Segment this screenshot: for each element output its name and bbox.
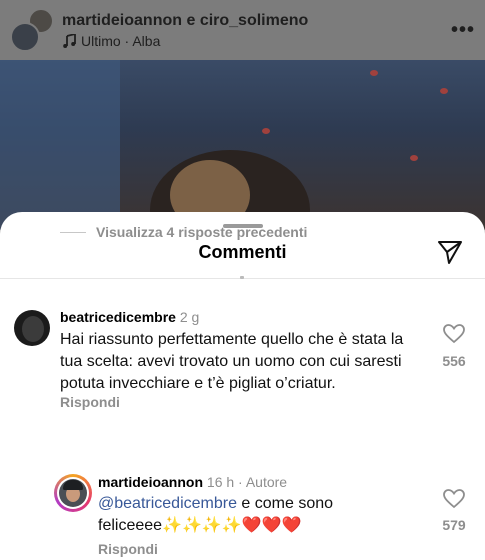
- post-music[interactable]: Ultimo · Alba: [62, 33, 451, 49]
- reply-username[interactable]: martideioannon: [98, 474, 203, 490]
- reply-line: feliceeee✨✨✨✨❤️❤️❤️: [98, 517, 302, 534]
- view-replies-label: Visualizza 4 risposte precedenti: [96, 224, 308, 240]
- like-count: 556: [442, 353, 466, 369]
- image-shape: [440, 88, 448, 94]
- avatar: [10, 22, 40, 52]
- like-count: 579: [442, 517, 466, 533]
- image-shape: [0, 60, 120, 230]
- image-shape: [410, 155, 418, 161]
- reply-line: @beatricedicembre e come sono: [98, 495, 334, 512]
- comment-line: Hai riassunto perfettamente quello che è…: [60, 331, 404, 348]
- post-users: martideioannon e ciro_solimeno: [62, 12, 451, 30]
- heart-icon[interactable]: [443, 489, 465, 509]
- avatar-hat: [63, 480, 83, 490]
- post-avatars[interactable]: [10, 8, 54, 52]
- post-header: martideioannon e ciro_solimeno Ultimo · …: [0, 0, 485, 60]
- reply-button[interactable]: Rispondi: [60, 394, 120, 410]
- comment-header: beatricedicembre 2 g: [60, 309, 199, 325]
- heart-icon[interactable]: [443, 324, 465, 344]
- view-replies-line: [60, 231, 86, 233]
- paper-plane-icon[interactable]: [437, 239, 463, 265]
- image-shape: [262, 128, 270, 134]
- post-image: [0, 60, 485, 230]
- comment-username[interactable]: beatricedicembre: [60, 309, 176, 325]
- comment-text: Hai riassunto perfettamente quello che è…: [60, 329, 430, 395]
- avatar-image: [59, 479, 87, 507]
- sheet-title: Commenti: [198, 242, 287, 262]
- divider-tick: [240, 276, 244, 279]
- reply-text: @beatricedicembre e come sono feliceeee✨…: [98, 493, 428, 537]
- post-user-2[interactable]: ciro_solimeno: [200, 12, 308, 29]
- reply-header: martideioannon 16 h · Autore: [98, 474, 288, 490]
- post-meta: martideioannon e ciro_solimeno Ultimo · …: [62, 12, 451, 49]
- location-name: Alba: [132, 32, 161, 49]
- avatar[interactable]: [54, 474, 92, 512]
- reply-button[interactable]: Rispondi: [98, 541, 158, 557]
- comment-line: potuta invecchiare e t’è pigliat o’criat…: [60, 375, 336, 392]
- post-user-1[interactable]: martideioannon: [62, 12, 182, 29]
- reply-time: 16 h: [206, 474, 235, 490]
- song-name: Ultimo: [81, 32, 121, 49]
- image-shape: [370, 70, 378, 76]
- music-note-icon: [63, 33, 76, 48]
- post-users-conjunction: e: [182, 11, 200, 29]
- view-replies-button[interactable]: Visualizza 4 risposte precedenti: [60, 224, 307, 240]
- comment-line: tua scelta: avevi trovato un uomo con cu…: [60, 353, 402, 370]
- mention-link[interactable]: @beatricedicembre: [98, 495, 237, 512]
- author-badge: Autore: [245, 474, 288, 490]
- story-ring-inner: [57, 477, 89, 509]
- more-horizontal-icon[interactable]: •••: [451, 19, 475, 42]
- comment-time: 2 g: [179, 309, 200, 325]
- avatar[interactable]: [14, 310, 50, 346]
